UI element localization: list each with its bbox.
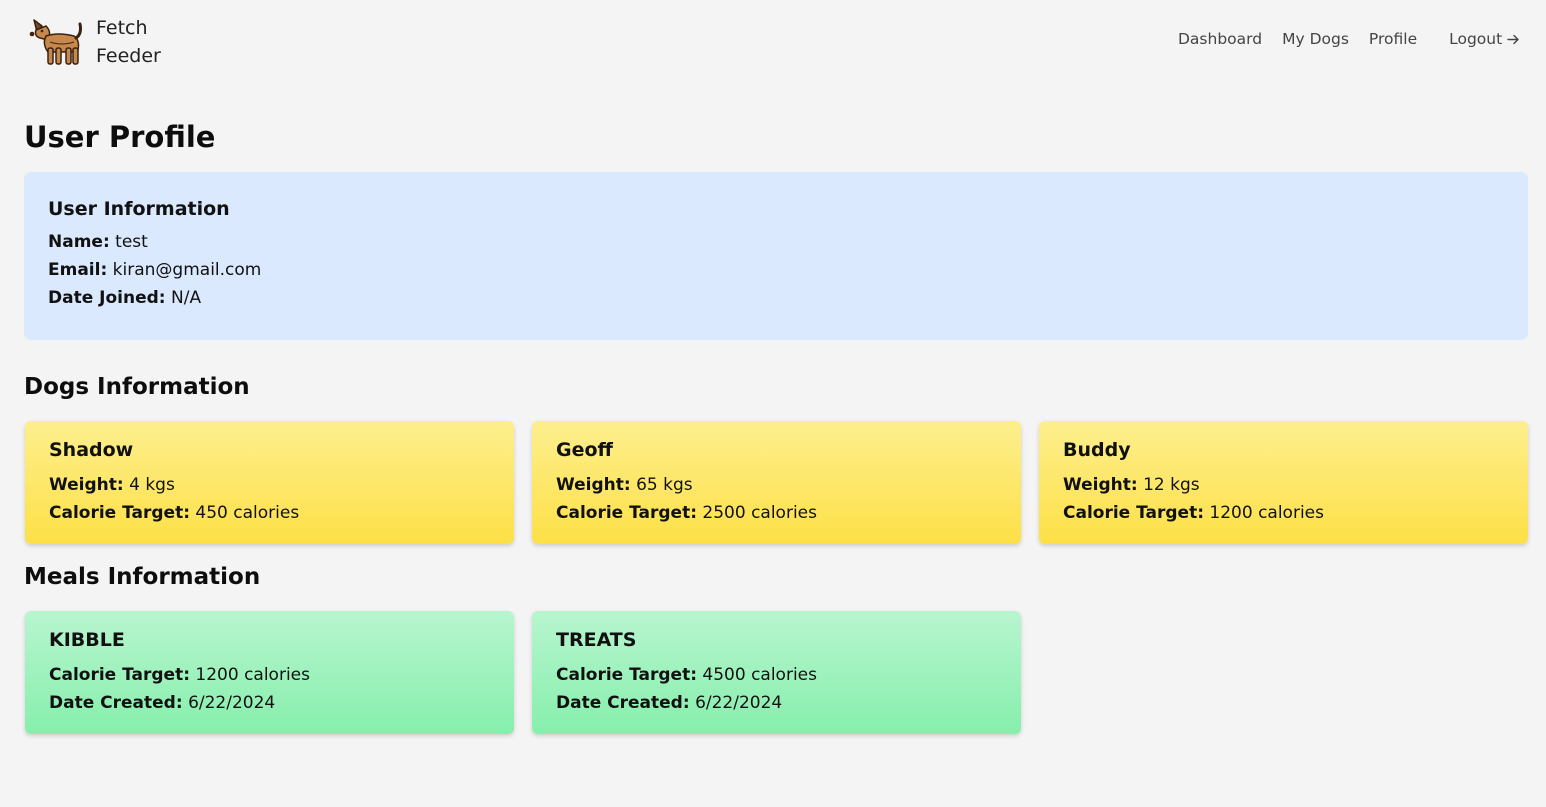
dog-weight-value: 4 kgs bbox=[129, 475, 175, 495]
user-email-value: kiran@gmail.com bbox=[112, 260, 262, 280]
dog-name: Geoff bbox=[556, 439, 613, 461]
dog-weight-label: Weight: bbox=[556, 475, 631, 495]
user-date-joined-value: N/A bbox=[171, 288, 202, 308]
meals-information-heading: Meals Information bbox=[24, 564, 261, 590]
meal-card: TREATS Calorie Target: 4500 calories Dat… bbox=[532, 611, 1021, 734]
nav-my-dogs-link[interactable]: My Dogs bbox=[1282, 30, 1349, 48]
user-name-label: Name: bbox=[48, 232, 110, 252]
dogs-card-list: Shadow Weight: 4 kgs Calorie Target: 450… bbox=[25, 421, 1546, 544]
page-title: User Profile bbox=[24, 120, 216, 154]
dog-name: Buddy bbox=[1063, 439, 1131, 461]
dog-calorie-value: 1200 calories bbox=[1209, 503, 1324, 523]
meal-date-row: Date Created: 6/22/2024 bbox=[49, 689, 490, 717]
dog-calorie-value: 2500 calories bbox=[702, 503, 817, 523]
brand-line-2: Feeder bbox=[96, 45, 161, 67]
dog-weight-row: Weight: 12 kgs bbox=[1063, 471, 1504, 499]
dog-calorie-label: Calorie Target: bbox=[49, 503, 190, 523]
meal-date-value: 6/22/2024 bbox=[188, 693, 276, 713]
meal-name: TREATS bbox=[556, 629, 637, 651]
user-email-row: Email: kiran@gmail.com bbox=[48, 256, 1504, 284]
meal-calorie-row: Calorie Target: 4500 calories bbox=[556, 661, 997, 689]
dog-weight-label: Weight: bbox=[49, 475, 124, 495]
dog-weight-value: 12 kgs bbox=[1143, 475, 1200, 495]
user-date-joined-label: Date Joined: bbox=[48, 288, 166, 308]
nav-links: Dashboard My Dogs Profile Logout bbox=[1178, 30, 1520, 48]
logout-button[interactable]: Logout bbox=[1449, 30, 1520, 48]
dog-logo-icon bbox=[29, 19, 82, 65]
meal-calorie-label: Calorie Target: bbox=[556, 665, 697, 685]
dog-calorie-label: Calorie Target: bbox=[556, 503, 697, 523]
nav-profile-link[interactable]: Profile bbox=[1369, 30, 1417, 48]
nav-dashboard-link[interactable]: Dashboard bbox=[1178, 30, 1262, 48]
dog-calorie-row: Calorie Target: 1200 calories bbox=[1063, 499, 1504, 527]
user-information-heading: User Information bbox=[48, 198, 230, 220]
user-information-card: User Information Name: test Email: kiran… bbox=[24, 172, 1528, 340]
meals-card-list: KIBBLE Calorie Target: 1200 calories Dat… bbox=[25, 611, 1039, 734]
dog-calorie-row: Calorie Target: 450 calories bbox=[49, 499, 490, 527]
brand-logo-link[interactable]: Fetch Feeder bbox=[28, 12, 176, 70]
meal-calorie-value: 1200 calories bbox=[195, 665, 310, 685]
dog-weight-row: Weight: 65 kgs bbox=[556, 471, 997, 499]
meal-calorie-label: Calorie Target: bbox=[49, 665, 190, 685]
meal-date-label: Date Created: bbox=[49, 693, 183, 713]
dog-name: Shadow bbox=[49, 439, 134, 461]
meal-calorie-row: Calorie Target: 1200 calories bbox=[49, 661, 490, 689]
meal-date-value: 6/22/2024 bbox=[695, 693, 783, 713]
dog-weight-row: Weight: 4 kgs bbox=[49, 471, 490, 499]
meal-calorie-value: 4500 calories bbox=[702, 665, 817, 685]
dog-calorie-row: Calorie Target: 2500 calories bbox=[556, 499, 997, 527]
brand-line-1: Fetch bbox=[96, 17, 148, 39]
dog-weight-value: 65 kgs bbox=[636, 475, 693, 495]
user-name-row: Name: test bbox=[48, 228, 1504, 256]
user-email-label: Email: bbox=[48, 260, 108, 280]
brand-name: Fetch Feeder bbox=[96, 14, 176, 70]
meal-date-row: Date Created: 6/22/2024 bbox=[556, 689, 997, 717]
navbar: Fetch Feeder Dashboard My Dogs Profile L… bbox=[0, 0, 1546, 80]
user-date-joined-row: Date Joined: N/A bbox=[48, 284, 1504, 312]
dog-weight-label: Weight: bbox=[1063, 475, 1138, 495]
arrow-right-icon bbox=[1507, 34, 1519, 44]
dog-card: Shadow Weight: 4 kgs Calorie Target: 450… bbox=[25, 421, 514, 544]
dog-calorie-label: Calorie Target: bbox=[1063, 503, 1204, 523]
dogs-information-heading: Dogs Information bbox=[24, 374, 250, 400]
meal-date-label: Date Created: bbox=[556, 693, 690, 713]
dog-calorie-value: 450 calories bbox=[195, 503, 300, 523]
user-name-value: test bbox=[115, 232, 148, 252]
meal-card: KIBBLE Calorie Target: 1200 calories Dat… bbox=[25, 611, 514, 734]
meal-name: KIBBLE bbox=[49, 629, 125, 651]
logout-label: Logout bbox=[1449, 30, 1503, 48]
dog-card: Buddy Weight: 12 kgs Calorie Target: 120… bbox=[1039, 421, 1528, 544]
dog-card: Geoff Weight: 65 kgs Calorie Target: 250… bbox=[532, 421, 1021, 544]
